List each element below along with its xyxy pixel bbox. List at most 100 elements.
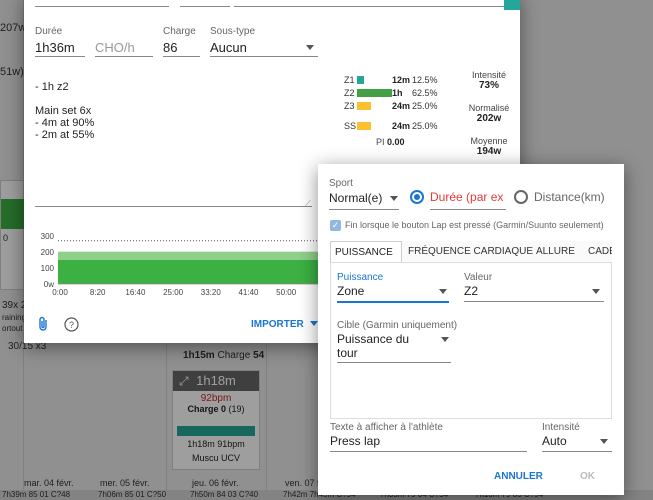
athlete-text-field[interactable]: Texte à afficher à l'athlète Press lap xyxy=(330,422,527,452)
intensity-select[interactable]: Intensité Auto xyxy=(542,422,612,452)
chevron-down-icon xyxy=(306,45,314,50)
field-underline xyxy=(337,362,451,363)
tab-allure[interactable]: ALLURE xyxy=(532,241,579,262)
x-tick-label: 0:00 xyxy=(52,288,68,297)
tab-panel-puissance: Puissance Zone Valeur Z2 Cible (Garmin u… xyxy=(330,263,612,419)
field-underline xyxy=(542,451,612,452)
textarea-underline xyxy=(35,206,312,207)
power-value-value: Z2 xyxy=(464,284,479,298)
athlete-text-value: Press lap xyxy=(330,434,381,448)
field-underline xyxy=(35,6,169,7)
cho-field[interactable]: CHO/h xyxy=(95,26,153,57)
tab-cadence[interactable]: CADE xyxy=(584,241,612,262)
tab-label: CADE xyxy=(588,246,612,257)
zone-name: Z3 xyxy=(344,101,355,111)
cancel-button[interactable]: ANNULER xyxy=(494,471,543,482)
help-icon[interactable]: ? xyxy=(64,317,79,335)
ok-button[interactable]: OK xyxy=(580,471,595,482)
x-tick-label: 25:00 xyxy=(163,288,184,297)
field-underline xyxy=(330,451,527,452)
field-underline xyxy=(464,301,604,302)
chevron-down-icon xyxy=(441,337,449,342)
svg-text:?: ? xyxy=(69,320,74,330)
sport-select[interactable]: Sport Normal(e) xyxy=(329,178,399,210)
zone-time: 1h xyxy=(392,88,403,98)
power-value-label: Valeur xyxy=(464,272,493,283)
import-button[interactable]: IMPORTER xyxy=(251,319,318,330)
target-select[interactable]: Cible (Garmin uniquement) Puissance du t… xyxy=(337,320,457,363)
x-tick-label: 33:20 xyxy=(201,288,222,297)
subtype-select[interactable]: Sous-type Aucun xyxy=(210,26,318,57)
pi-readout: PI 0.00 xyxy=(376,137,405,147)
stat-label: Intensité xyxy=(471,70,507,80)
description-textarea[interactable]: - 1h z2 Main set 6x - 4m at 90% - 2m at … xyxy=(35,81,94,141)
duration-field[interactable]: Durée 1h36m xyxy=(35,26,85,57)
target-tabs: PUISSANCE FRÉQUENCE CARDIAQUE ALLURE CAD… xyxy=(330,241,612,263)
attachment-icon[interactable] xyxy=(37,316,49,335)
tab-label: ALLURE xyxy=(536,246,575,257)
import-label: IMPORTER xyxy=(251,319,304,330)
chevron-down-icon xyxy=(309,321,318,326)
power-chart: 3002001000w0:00 8:20 16:40 25:00 33:20 41:40 5… xyxy=(41,232,324,297)
charge-label: Charge xyxy=(163,26,196,37)
description-line: Main set 6x xyxy=(35,105,92,117)
x-tick-label: 50:00 xyxy=(276,288,297,297)
zone-time: 12m xyxy=(392,75,411,85)
series-area xyxy=(58,260,320,284)
distance-radio[interactable] xyxy=(514,190,528,204)
power-type-value: Zone xyxy=(337,284,365,298)
pi-value: 0.00 xyxy=(387,137,405,147)
zone-pct: 62.5% xyxy=(412,88,438,98)
field-underline xyxy=(329,209,399,210)
zone-bar xyxy=(357,102,371,110)
intensity-value: Auto xyxy=(542,434,567,448)
tab-puissance[interactable]: PUISSANCE xyxy=(330,241,402,262)
x-tick-label: 16:40 xyxy=(125,288,146,297)
stat-value: 202w xyxy=(476,113,502,124)
duration-radio-label: Durée (par ex xyxy=(430,190,504,204)
duration-value: 1h36m xyxy=(35,40,75,55)
description-line: - 4m at 90% xyxy=(35,117,95,129)
description-line: - 2m at 55% xyxy=(35,129,95,141)
lap-checkbox[interactable]: ✓ xyxy=(330,220,341,231)
y-tick-label: 100 xyxy=(41,264,55,273)
zone-row: Z2 1h 62.5% xyxy=(344,88,444,98)
chevron-down-icon xyxy=(592,289,600,294)
zone-bar xyxy=(357,76,364,84)
charge-field[interactable]: Charge 86 xyxy=(163,26,200,57)
duration-label: Durée xyxy=(35,26,63,37)
field-underline xyxy=(210,56,318,57)
stat-value: 73% xyxy=(478,80,499,91)
target-value: Puissance du xyxy=(337,332,410,346)
lap-checkbox-label: Fin lorsque le bouton Lap est pressé (Ga… xyxy=(345,220,604,230)
subtype-value: Aucun xyxy=(210,40,247,55)
power-type-label: Puissance xyxy=(337,272,384,283)
intensity-label: Intensité xyxy=(542,422,580,433)
stat-label: Normalisé xyxy=(468,103,510,113)
zone-time: 24m xyxy=(392,101,411,111)
x-tick-label: 41:40 xyxy=(238,288,259,297)
field-underline xyxy=(163,56,200,57)
power-value-select[interactable]: Valeur Z2 xyxy=(464,272,604,302)
y-tick-label: 300 xyxy=(41,232,55,241)
power-type-select[interactable]: Puissance Zone xyxy=(337,272,449,303)
pi-label: PI xyxy=(376,137,385,147)
field-underline xyxy=(337,301,449,303)
zone-pct: 25.0% xyxy=(412,101,438,111)
target-value: tour xyxy=(337,346,358,360)
subtype-label: Sous-type xyxy=(210,26,256,37)
tab-frequence-cardiaque[interactable]: FRÉQUENCE CARDIAQUE xyxy=(404,241,537,262)
workout-stats: Intensité 73% Normalisé 202w Moyenne 194… xyxy=(464,70,514,169)
zone-row: SS 24m 25.0% xyxy=(344,121,444,131)
stat-value: 194w xyxy=(476,146,502,157)
duration-radio[interactable] xyxy=(410,190,424,204)
resize-handle-icon[interactable]: ⟋ xyxy=(305,199,311,209)
stat-label: Moyenne xyxy=(470,136,508,146)
chevron-down-icon xyxy=(390,196,398,201)
chevron-down-icon xyxy=(600,439,608,444)
zone-row: Z3 24m 25.0% xyxy=(344,101,444,111)
zone-bar xyxy=(357,122,371,130)
color-chip[interactable] xyxy=(504,0,520,10)
chevron-down-icon xyxy=(439,289,447,294)
field-underline xyxy=(234,6,514,7)
